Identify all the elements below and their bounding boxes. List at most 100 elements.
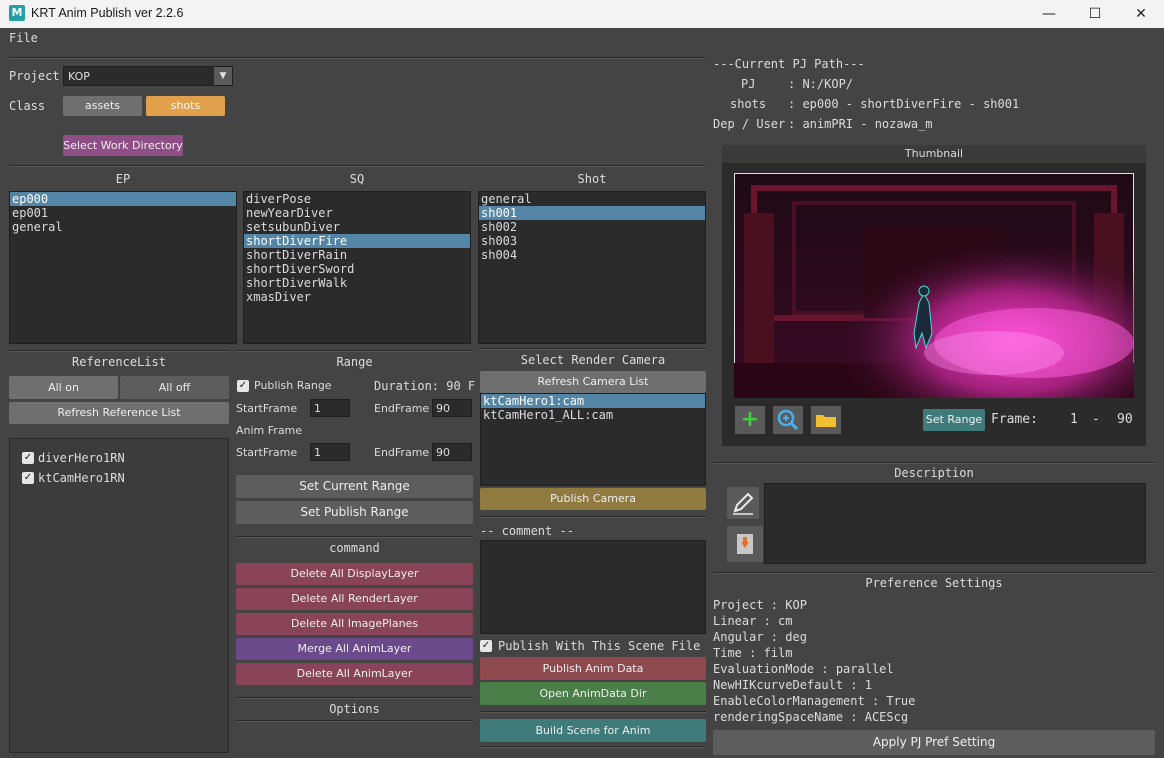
- divider: [480, 746, 706, 748]
- zoom-in-icon[interactable]: [773, 406, 803, 434]
- ep-item[interactable]: ep001: [10, 206, 236, 220]
- divider: [236, 350, 473, 352]
- start-frame-label: StartFrame: [236, 402, 298, 415]
- plus-icon[interactable]: +: [735, 406, 765, 434]
- folder-icon[interactable]: [811, 406, 841, 434]
- sq-item[interactable]: shortDiverRain: [244, 248, 470, 262]
- shot-item[interactable]: sh004: [479, 248, 705, 262]
- set-range-button[interactable]: Set Range: [923, 409, 985, 431]
- refresh-camera-list-button[interactable]: Refresh Camera List: [480, 371, 706, 393]
- shot-item[interactable]: general: [479, 192, 705, 206]
- sq-item[interactable]: shortDiverSword: [244, 262, 470, 276]
- publish-anim-data-button[interactable]: Publish Anim Data: [480, 657, 706, 680]
- end-frame-field[interactable]: 90: [432, 399, 472, 417]
- menu-file[interactable]: File: [9, 31, 38, 45]
- sq-item[interactable]: newYearDiver: [244, 206, 470, 220]
- end-frame-label: EndFrame: [374, 402, 430, 415]
- chevron-down-icon[interactable]: ▼: [214, 67, 232, 85]
- thumbnail-header-bar: Thumbnail: [722, 145, 1146, 163]
- apply-pj-pref-setting-button[interactable]: Apply PJ Pref Setting: [713, 730, 1155, 755]
- shot-list[interactable]: general sh001 sh002 sh003 sh004: [478, 191, 706, 344]
- divider: [480, 348, 706, 350]
- refresh-reference-list-button[interactable]: Refresh Reference List: [9, 402, 229, 424]
- camera-item[interactable]: ktCamHero1_ALL:cam: [481, 408, 705, 422]
- sq-item[interactable]: xmasDiver: [244, 290, 470, 304]
- sq-list[interactable]: diverPose newYearDiver setsubunDiver shortD…: [243, 191, 471, 344]
- close-icon[interactable]: ✕: [1118, 0, 1164, 28]
- preference-line: Linear : cm: [713, 614, 793, 628]
- sq-item[interactable]: setsubunDiver: [244, 220, 470, 234]
- project-dropdown[interactable]: KOP ▼: [63, 66, 233, 86]
- build-scene-for-anim-button[interactable]: Build Scene for Anim: [480, 719, 706, 742]
- dep-user-value: : animPRI - nozawa_m: [788, 117, 933, 131]
- class-label: Class: [9, 99, 46, 113]
- anim-end-frame-field[interactable]: 90: [432, 443, 472, 461]
- publish-camera-button[interactable]: Publish Camera: [480, 488, 706, 510]
- sq-item[interactable]: shortDiverWalk: [244, 276, 470, 290]
- shots-path-value: : ep000 - shortDiverFire - sh001: [788, 97, 1020, 111]
- divider: [9, 165, 705, 167]
- select-work-directory-button[interactable]: Select Work Directory: [63, 135, 183, 156]
- all-off-button[interactable]: All off: [120, 376, 229, 399]
- set-current-range-button[interactable]: Set Current Range: [236, 475, 473, 498]
- publish-range-checkbox[interactable]: ✓: [237, 380, 249, 392]
- ep-item[interactable]: ep000: [10, 192, 236, 206]
- description-textarea[interactable]: [764, 483, 1146, 564]
- window-title: KRT Anim Publish ver 2.2.6: [31, 6, 184, 20]
- start-frame-field[interactable]: 1: [310, 399, 350, 417]
- open-animdata-dir-button[interactable]: Open AnimData Dir: [480, 682, 706, 705]
- camera-item[interactable]: ktCamHero1:cam: [481, 394, 705, 408]
- delete-all-animlayer-button[interactable]: Delete All AnimLayer: [236, 663, 473, 685]
- comment-textarea[interactable]: [480, 540, 706, 634]
- ep-list[interactable]: ep000 ep001 general: [9, 191, 237, 344]
- preference-line: EvaluationMode : parallel: [713, 662, 894, 676]
- pencil-icon[interactable]: [727, 487, 759, 519]
- delete-all-displaylayer-button[interactable]: Delete All DisplayLayer: [236, 563, 473, 585]
- divider: [480, 516, 706, 518]
- merge-all-animlayer-button[interactable]: Merge All AnimLayer: [236, 638, 473, 660]
- divider: [713, 572, 1155, 574]
- assets-button[interactable]: assets: [63, 96, 142, 116]
- delete-all-imageplanes-button[interactable]: Delete All ImagePlanes: [236, 613, 473, 635]
- thumbnail-header: Thumbnail: [904, 147, 964, 160]
- app-icon: M: [9, 5, 25, 21]
- anim-start-frame-field[interactable]: 1: [310, 443, 350, 461]
- divider: [236, 536, 473, 538]
- shots-path-label: shots: [730, 97, 767, 111]
- minimize-icon[interactable]: —: [1026, 0, 1072, 28]
- all-on-button[interactable]: All on: [9, 376, 118, 399]
- divider: [9, 57, 705, 59]
- anim-end-frame-label: EndFrame: [374, 446, 430, 459]
- preference-line: EnableColorManagement : True: [713, 694, 916, 708]
- download-icon[interactable]: [727, 526, 763, 562]
- frame-dash: -: [1092, 412, 1100, 427]
- duration-label: Duration: 90 F: [374, 379, 476, 393]
- ep-header: EP: [115, 172, 131, 186]
- checkbox[interactable]: ✓: [22, 472, 34, 484]
- pj-label: PJ: [741, 77, 756, 91]
- checkbox[interactable]: ✓: [22, 452, 34, 464]
- preference-settings-header: Preference Settings: [865, 576, 1003, 590]
- divider: [480, 711, 706, 713]
- delete-all-renderlayer-button[interactable]: Delete All RenderLayer: [236, 588, 473, 610]
- render-camera-header: Select Render Camera: [520, 353, 666, 367]
- ep-item[interactable]: general: [10, 220, 236, 234]
- pj-value: : N:/KOP/: [788, 77, 854, 91]
- divider: [236, 697, 473, 699]
- options-header[interactable]: Options: [236, 702, 473, 716]
- sq-item[interactable]: diverPose: [244, 192, 470, 206]
- shots-button[interactable]: shots: [146, 96, 225, 116]
- reference-list: ✓ diverHero1RN ✓ ktCamHero1RN: [9, 438, 229, 753]
- shot-item[interactable]: sh002: [479, 220, 705, 234]
- preference-line: NewHIKcurveDefault : 1: [713, 678, 872, 692]
- sq-item[interactable]: shortDiverFire: [244, 234, 470, 248]
- preference-line: Project : KOP: [713, 598, 807, 612]
- shot-item[interactable]: sh003: [479, 234, 705, 248]
- camera-list[interactable]: ktCamHero1:cam ktCamHero1_ALL:cam: [480, 393, 706, 486]
- shot-item[interactable]: sh001: [479, 206, 705, 220]
- publish-with-scene-checkbox[interactable]: ✓: [480, 640, 492, 652]
- reference-item-label: ktCamHero1RN: [38, 471, 125, 485]
- sq-header: SQ: [349, 172, 365, 186]
- maximize-icon[interactable]: ☐: [1072, 0, 1118, 28]
- set-publish-range-button[interactable]: Set Publish Range: [236, 501, 473, 524]
